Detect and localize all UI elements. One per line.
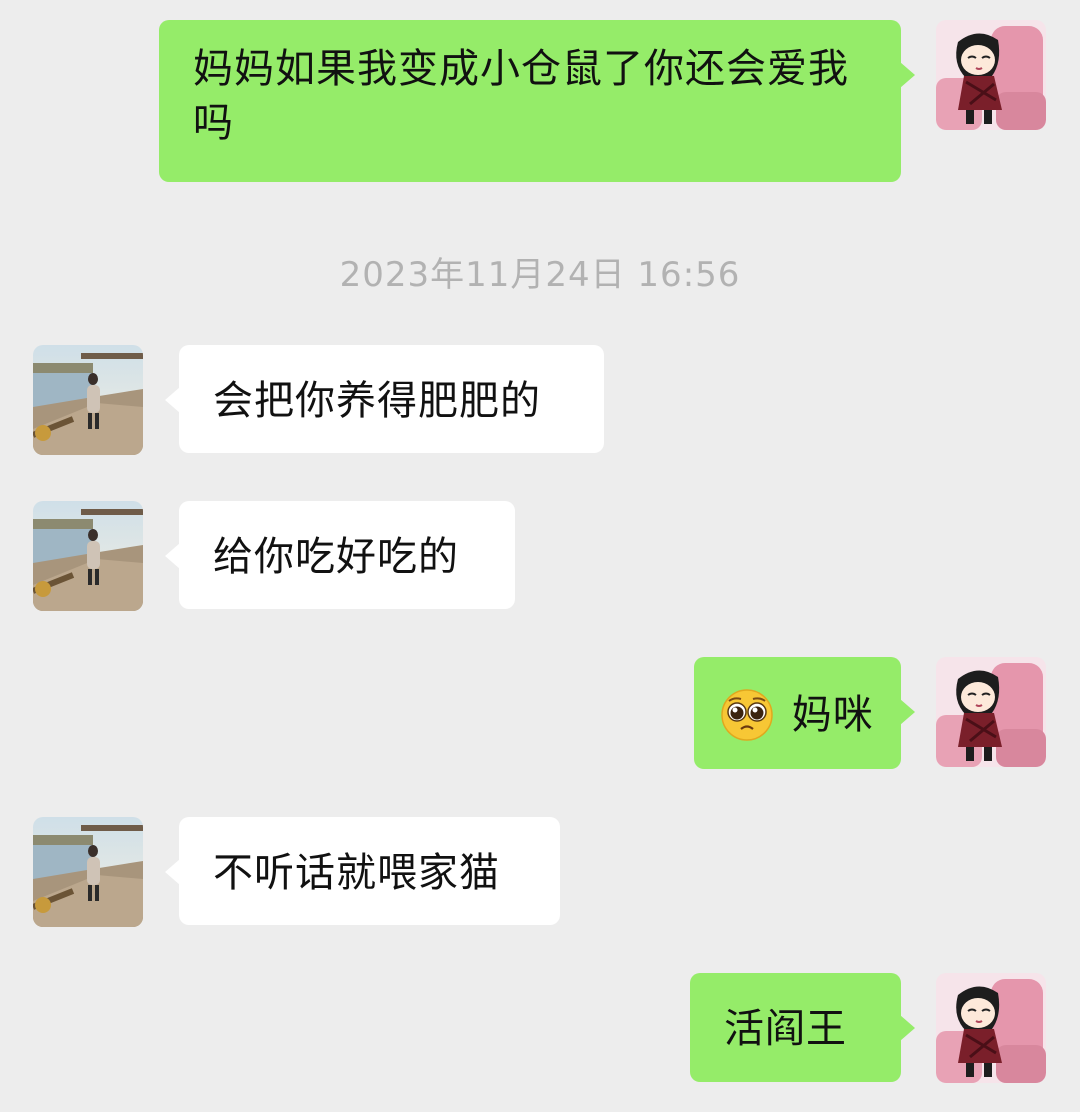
my-avatar[interactable] xyxy=(936,657,1046,767)
mom-avatar[interactable] xyxy=(33,501,143,611)
message-text: 妈咪 xyxy=(791,692,874,738)
my-avatar[interactable] xyxy=(936,973,1046,1083)
message-text: 妈妈如果我变成小仓鼠了你还会爱我吗 xyxy=(193,46,849,146)
timestamp: 2023年11月24日 16:56 xyxy=(339,255,741,295)
message-bubble-outgoing[interactable]: 妈妈如果我变成小仓鼠了你还会爱我吗 xyxy=(159,20,915,182)
pleading-face-emoji-icon xyxy=(721,689,773,741)
bubble-tail xyxy=(165,543,180,569)
bubble-tail xyxy=(900,699,915,725)
lakeside-photo-avatar-icon xyxy=(33,817,143,927)
message-bubble-incoming[interactable]: 不听话就喂家猫 xyxy=(165,817,560,925)
message-bubble-outgoing[interactable]: 活阎王 xyxy=(690,973,915,1082)
bubble-tail xyxy=(165,859,180,885)
mom-avatar[interactable] xyxy=(33,345,143,455)
message-bubble-outgoing[interactable]: 妈咪 xyxy=(694,657,915,769)
cartoon-girl-avatar-icon xyxy=(936,973,1046,1083)
lakeside-photo-avatar-icon xyxy=(33,345,143,455)
bubble-tail xyxy=(900,1015,915,1041)
cartoon-girl-avatar-icon xyxy=(936,20,1046,130)
message-text: 会把你养得肥肥的 xyxy=(213,378,541,424)
mom-avatar[interactable] xyxy=(33,817,143,927)
message-bubble-incoming[interactable]: 会把你养得肥肥的 xyxy=(165,345,604,453)
message-bubble-incoming[interactable]: 给你吃好吃的 xyxy=(165,501,515,609)
message-text: 不听话就喂家猫 xyxy=(213,850,500,896)
lakeside-photo-avatar-icon xyxy=(33,501,143,611)
cartoon-girl-avatar-icon xyxy=(936,657,1046,767)
message-text: 活阎王 xyxy=(724,1006,847,1052)
bubble-tail xyxy=(165,387,180,413)
bubble-tail xyxy=(900,62,915,88)
message-text: 给你吃好吃的 xyxy=(213,534,459,580)
my-avatar[interactable] xyxy=(936,20,1046,130)
